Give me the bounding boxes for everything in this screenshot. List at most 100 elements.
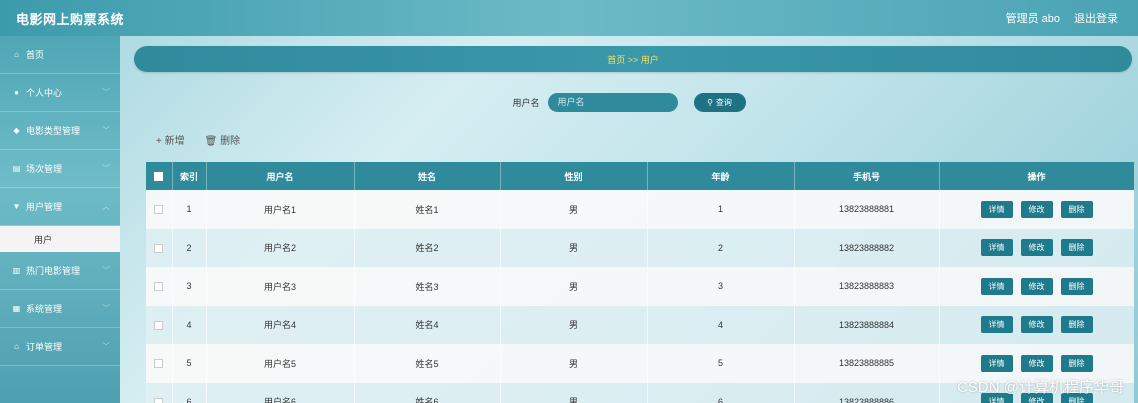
sidebar-item-system[interactable]: ▦ 系统管理 ﹀ [0, 290, 120, 328]
column-header[interactable]: 性别 [500, 162, 648, 190]
cell-index: 1 [172, 190, 207, 229]
detail-button[interactable]: 详情 [980, 277, 1013, 295]
row-select-cell [146, 305, 173, 344]
location-icon: ◆ [13, 126, 20, 135]
row-delete-button[interactable]: 删除 [1060, 277, 1093, 295]
column-header[interactable]: 姓名 [354, 162, 501, 190]
sidebar: ⌂ 首页 ● 个人中心 ﹀ ◆ 电影类型管理 ﹀ ▤ 场次管理 ﹀ ▼ 用户管理 ︿ 用户… [0, 36, 120, 403]
cell-name: 姓名3 [354, 267, 501, 306]
row-checkbox[interactable] [154, 397, 164, 403]
column-header[interactable]: 年龄 [647, 162, 795, 190]
header-user-area: 管理员 abo 退出登录 [1006, 10, 1118, 26]
select-all-checkbox[interactable] [154, 172, 164, 182]
sidebar-item-movie-type[interactable]: ◆ 电影类型管理 ﹀ [0, 112, 120, 150]
row-delete-button[interactable]: 删除 [1060, 354, 1093, 372]
cell-index: 2 [172, 228, 207, 267]
cell-operations: 详情 修改 删除 [939, 190, 1134, 229]
cell-index: 6 [172, 382, 207, 403]
delete-button[interactable]: 🗑 删除 [205, 132, 240, 147]
detail-button[interactable]: 详情 [980, 200, 1013, 218]
cell-operations: 详情 修改 删除 [939, 228, 1134, 267]
row-delete-button[interactable]: 删除 [1060, 239, 1093, 257]
edit-button[interactable]: 修改 [1020, 200, 1053, 218]
sidebar-item-home[interactable]: ⌂ 首页 [0, 36, 120, 74]
row-checkbox[interactable] [154, 205, 164, 215]
row-delete-button[interactable]: 删除 [1060, 316, 1093, 334]
cell-index: 3 [172, 267, 207, 306]
admin-user-label[interactable]: 管理员 abo [1006, 10, 1060, 26]
chevron-down-icon: ﹀ [102, 342, 110, 351]
cell-gender: 男 [500, 382, 648, 403]
cell-username: 用户名4 [206, 305, 355, 344]
select-all-cell [146, 162, 173, 190]
search-button[interactable]: ⚲ 查询 [693, 92, 746, 112]
search-bar: 用户名 ⚲ 查询 [120, 92, 1138, 112]
column-header[interactable]: 手机号 [794, 162, 940, 190]
sidebar-item-label: 热门电影管理 [26, 266, 81, 276]
row-checkbox[interactable] [154, 243, 164, 253]
row-delete-button[interactable]: 删除 [1060, 200, 1093, 218]
cell-index: 4 [172, 305, 207, 344]
row-checkbox[interactable] [154, 282, 164, 292]
sidebar-item-label: 电影类型管理 [26, 126, 81, 136]
row-select-cell [146, 344, 173, 383]
cell-gender: 男 [500, 267, 648, 306]
main-content: 首页 >> 用户 用户名 ⚲ 查询 + 新增 🗑 删除 索引 用户名 姓名 [120, 36, 1138, 403]
column-header[interactable]: 索引 [172, 162, 207, 190]
chevron-down-icon: ﹀ [102, 304, 110, 313]
cell-username: 用户名2 [206, 228, 355, 267]
sidebar-item-label: 场次管理 [26, 164, 63, 174]
detail-button[interactable]: 详情 [980, 354, 1013, 372]
sidebar-subitem-user[interactable]: 用户 [0, 226, 120, 252]
detail-button[interactable]: 详情 [980, 316, 1013, 334]
action-row: + 新增 🗑 删除 [156, 132, 240, 147]
search-icon: ⚲ [707, 97, 713, 107]
sidebar-item-screenings[interactable]: ▤ 场次管理 ﹀ [0, 150, 120, 188]
sidebar-item-hot-movies[interactable]: ▥ 热门电影管理 ﹀ [0, 252, 120, 290]
watermark: CSDN @计算机程序华哥 [957, 379, 1124, 396]
table-row: 3 用户名3 姓名3 男 3 13823888883 详情 修改 删除 [146, 267, 1134, 306]
cell-age: 2 [647, 228, 795, 267]
chevron-down-icon: ﹀ [102, 266, 110, 275]
edit-button[interactable]: 修改 [1020, 354, 1053, 372]
doc-icon: ▤ [12, 164, 21, 173]
table-row: 2 用户名2 姓名2 男 2 13823888882 详情 修改 删除 [146, 228, 1134, 267]
search-button-label: 查询 [715, 97, 732, 107]
column-header[interactable]: 用户名 [206, 162, 355, 190]
cell-name: 姓名2 [354, 228, 501, 267]
row-select-cell [146, 228, 173, 267]
table-row: 1 用户名1 姓名1 男 1 13823888881 详情 修改 删除 [146, 190, 1134, 229]
sidebar-item-label: 个人中心 [26, 88, 63, 98]
edit-button[interactable]: 修改 [1020, 277, 1053, 295]
edit-button[interactable]: 修改 [1020, 316, 1053, 334]
row-select-cell [146, 382, 173, 403]
cell-gender: 男 [500, 228, 648, 267]
row-checkbox[interactable] [154, 359, 164, 369]
cell-username: 用户名5 [206, 344, 355, 383]
edit-button[interactable]: 修改 [1020, 239, 1053, 257]
cell-name: 姓名4 [354, 305, 501, 344]
cell-name: 姓名1 [354, 190, 501, 229]
search-input[interactable] [547, 92, 678, 112]
sidebar-item-label: 订单管理 [26, 342, 63, 352]
cell-phone: 13823888885 [794, 344, 940, 383]
cell-age: 3 [647, 267, 795, 306]
cell-age: 4 [647, 305, 795, 344]
sidebar-item-orders[interactable]: ⌂ 订单管理 ﹀ [0, 328, 120, 366]
row-checkbox[interactable] [154, 320, 164, 330]
cell-phone: 13823888882 [794, 228, 940, 267]
sidebar-item-label: 系统管理 [26, 304, 63, 314]
sidebar-item-personal-center[interactable]: ● 个人中心 ﹀ [0, 74, 120, 112]
column-header: 操作 [939, 162, 1134, 190]
add-button[interactable]: + 新增 [156, 132, 185, 147]
grid-icon: ▦ [12, 304, 21, 313]
logout-link[interactable]: 退出登录 [1074, 10, 1118, 26]
cell-phone: 13823888883 [794, 267, 940, 306]
user-icon: ● [14, 88, 19, 97]
app-title: 电影网上购票系统 [16, 11, 125, 27]
sidebar-item-label: 用户管理 [26, 202, 63, 212]
detail-button[interactable]: 详情 [980, 239, 1013, 257]
sidebar-item-user-management[interactable]: ▼ 用户管理 ︿ [0, 188, 120, 226]
chevron-up-icon: ︿ [102, 202, 110, 211]
data-table: 索引 用户名 姓名 性别 年龄 手机号 操作 1 用户名1 姓名1 男 1 1382388… [146, 162, 1134, 403]
